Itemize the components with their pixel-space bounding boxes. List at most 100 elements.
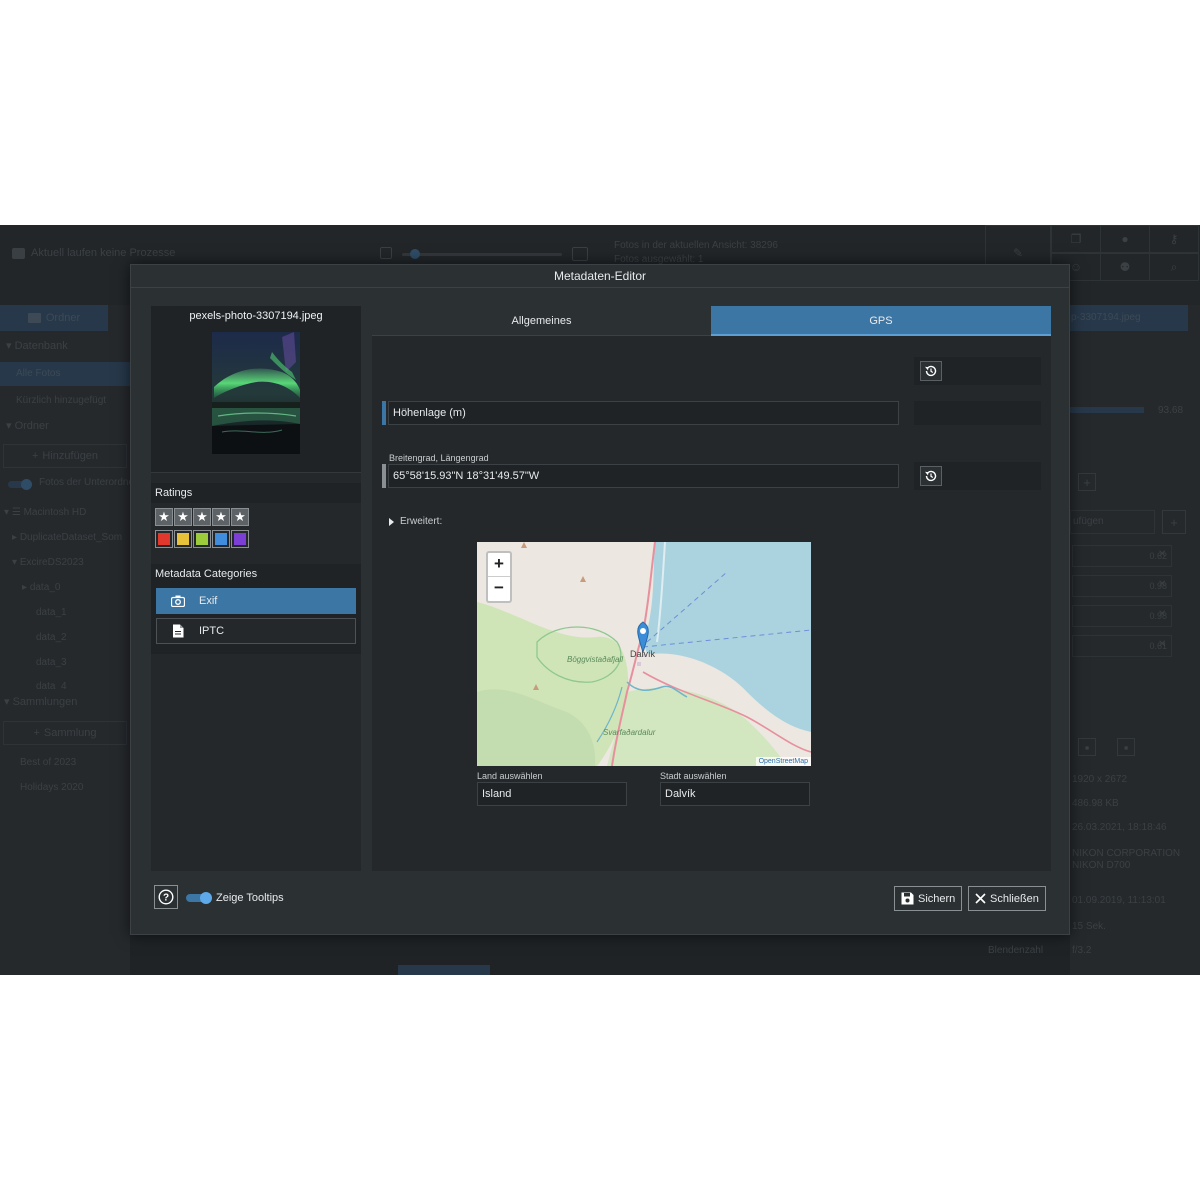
city-label: Stadt auswählen xyxy=(660,771,727,781)
bg-tree-item: ▸ data_0 xyxy=(22,582,61,593)
bg-meta-exposure: 15 Sek. xyxy=(1072,921,1106,932)
undo-button[interactable] xyxy=(920,361,942,381)
star-icon[interactable]: ★ xyxy=(212,508,230,526)
bg-aperture-label: Blendenzahl xyxy=(988,945,1044,956)
bg-add-icon: + xyxy=(1078,473,1096,491)
help-icon: ? xyxy=(158,889,174,905)
color-label-red[interactable] xyxy=(155,530,173,548)
bg-add-label: Hinzufügen xyxy=(42,450,99,462)
process-icon xyxy=(12,247,25,259)
plus-icon: + xyxy=(31,450,39,462)
app-background: Aktuell laufen keine Prozesse Fotos in d… xyxy=(0,225,1200,975)
tab-general[interactable]: Allgemeines xyxy=(372,306,711,336)
bg-remove-icon: ✕ xyxy=(1158,609,1167,620)
country-select[interactable]: Island xyxy=(477,782,627,806)
expand-triangle-icon xyxy=(389,517,394,526)
dialog-left-panel: pexels-photo-3307194.jpeg Ratings ★ ★ ★ … xyxy=(151,306,361,871)
bg-collection-label: Holidays 2020 xyxy=(20,782,84,793)
bg-item-all-photos: Alle Fotos xyxy=(0,362,130,386)
photo-preview xyxy=(151,326,361,473)
bg-bottom-bar xyxy=(398,965,490,975)
bg-remove-icon: ✕ xyxy=(1158,639,1167,650)
tooltips-toggle[interactable] xyxy=(186,892,212,904)
undo-history-icon xyxy=(925,470,937,482)
bg-score: 0.62 xyxy=(1072,545,1172,567)
latlon-indicator xyxy=(382,464,386,488)
bg-item-recent: Kürzlich hinzugefügt xyxy=(0,395,130,406)
city-select[interactable]: Dalvík xyxy=(660,782,810,806)
bg-subfolder-label: Fotos der Unterordner xyxy=(0,477,137,488)
zoom-out-button[interactable]: − xyxy=(488,577,510,601)
color-label-blue[interactable] xyxy=(212,530,230,548)
star-icon[interactable]: ★ xyxy=(193,508,211,526)
bg-score: 0.98 xyxy=(1072,575,1172,597)
color-swatch xyxy=(196,533,208,545)
bg-add-icon: + xyxy=(1162,510,1186,534)
save-button[interactable]: Sichern xyxy=(894,886,963,911)
category-label: Exif xyxy=(199,595,218,607)
map-valley-label: Svarfaðardalur xyxy=(603,728,656,737)
color-label-purple[interactable] xyxy=(231,530,249,548)
color-swatch xyxy=(158,533,170,545)
bg-item-label: Alle Fotos xyxy=(16,368,61,379)
folder-icon xyxy=(27,313,41,323)
bg-remove-icon: ✕ xyxy=(1158,579,1167,590)
bg-status: Aktuell laufen keine Prozesse xyxy=(12,247,175,259)
bg-meta-size: 486.98 KB xyxy=(1072,798,1119,809)
photo-filename: pexels-photo-3307194.jpeg xyxy=(151,306,361,326)
latlon-label: Breitengrad, Längengrad xyxy=(389,453,489,463)
bg-tab-label: Ordner xyxy=(45,312,81,324)
map-zoom-control: + − xyxy=(486,551,512,603)
ratings-header: Ratings xyxy=(151,483,361,503)
dialog-title: Metadaten-Editor xyxy=(131,265,1069,288)
latlon-input[interactable]: 65°58'15.93"N 18°31'49.57"W xyxy=(388,464,899,488)
altitude-input[interactable]: Höhenlage (m) xyxy=(388,401,899,425)
metadata-tabs: Allgemeines GPS xyxy=(372,306,1051,336)
star-icon[interactable]: ★ xyxy=(231,508,249,526)
metadata-categories: Exif IPTC xyxy=(151,584,361,654)
color-label-green[interactable] xyxy=(193,530,211,548)
bg-thumb-size-slider xyxy=(380,247,590,261)
zoom-in-button[interactable]: + xyxy=(488,553,510,577)
bg-tree-label: ExcireDS2023 xyxy=(19,557,84,568)
bg-score: 0.61 xyxy=(1072,635,1172,657)
bg-section-label: Ordner xyxy=(14,420,49,432)
map-attribution[interactable]: OpenStreetMap xyxy=(755,757,811,766)
bg-meta-taken: 01.09.2019, 11:13:01 xyxy=(1072,895,1166,906)
aurora-thumbnail xyxy=(212,332,300,454)
bg-tree-label: data_1 xyxy=(36,607,67,618)
category-exif[interactable]: Exif xyxy=(156,588,356,614)
bg-add-folder-button: + Hinzufügen xyxy=(3,444,127,468)
bg-section-folders: ▾ Ordner xyxy=(6,420,49,432)
bg-meta-date: 26.03.2021, 18:18:46 xyxy=(1072,822,1167,833)
close-button[interactable]: Schließen xyxy=(968,886,1046,911)
altitude-undo-area xyxy=(914,357,1041,385)
bg-tree-item: data_2 xyxy=(0,632,130,643)
floppy-disk-icon xyxy=(901,892,914,905)
svg-text:?: ? xyxy=(163,893,169,904)
bg-action-icon: ▪ xyxy=(1117,738,1135,756)
category-iptc[interactable]: IPTC xyxy=(156,618,356,644)
copy-icon: ❐ xyxy=(1051,225,1101,253)
advanced-label: Erweitert: xyxy=(400,516,443,527)
gps-map[interactable]: Dalvík Böggvistaðafjall Svarfaðardalur +… xyxy=(477,542,811,766)
advanced-toggle[interactable]: Erweitert: xyxy=(389,516,442,527)
bg-section-database: ▾ Datenbank xyxy=(6,340,68,352)
bg-tree-item: ▸ DuplicateDataset_Som xyxy=(12,532,123,543)
plus-icon: + xyxy=(33,727,40,739)
bg-tree-label: DuplicateDataset_Som xyxy=(19,532,123,543)
bg-meta-dimensions: 1920 x 2672 xyxy=(1072,774,1128,785)
bg-section-label: Datenbank xyxy=(14,340,68,352)
map-town-label: Dalvík xyxy=(630,649,656,659)
help-button[interactable]: ? xyxy=(154,885,178,909)
color-label-yellow[interactable] xyxy=(174,530,192,548)
bg-tree-label: data_4 xyxy=(36,681,67,689)
star-icon[interactable]: ★ xyxy=(155,508,173,526)
tab-gps[interactable]: GPS xyxy=(711,306,1051,336)
bg-item-label: Kürzlich hinzugefügt xyxy=(16,395,107,406)
small-image-icon xyxy=(380,247,392,259)
latlon-undo-area xyxy=(914,462,1041,490)
star-icon[interactable]: ★ xyxy=(174,508,192,526)
undo-button[interactable] xyxy=(920,466,942,486)
document-icon xyxy=(157,624,199,638)
